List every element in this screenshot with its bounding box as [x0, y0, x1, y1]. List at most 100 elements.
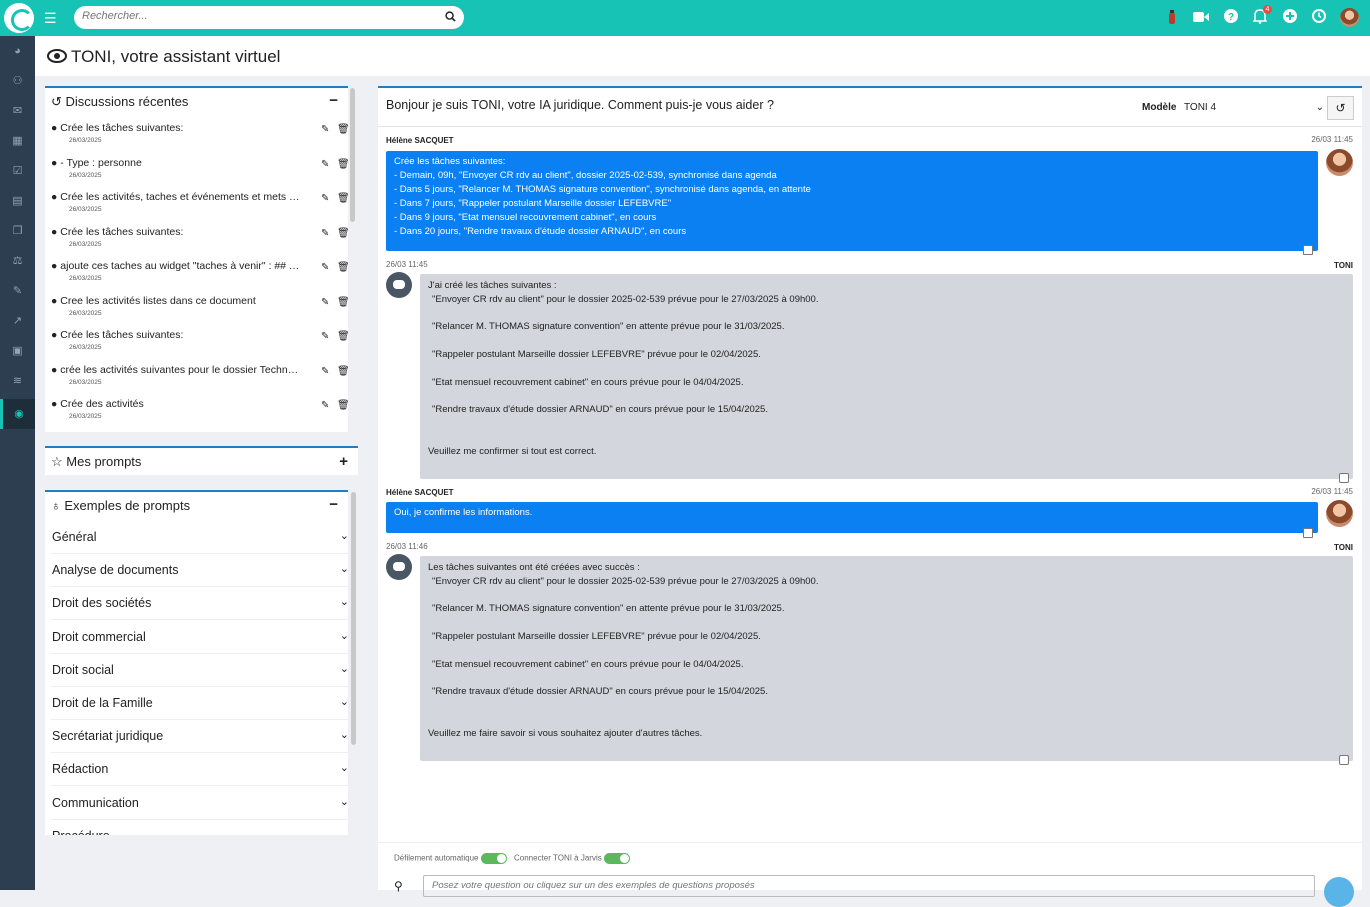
add-circle-icon[interactable]	[1281, 9, 1299, 27]
list-item[interactable]: ● Cree les activités listes dans ce docu…	[51, 295, 350, 329]
collapse-recent-button[interactable]: −	[329, 92, 338, 109]
page-title: TONI, votre assistant virtuel	[71, 47, 281, 66]
prompt-category[interactable]: Droit des sociétés ⌄	[51, 587, 348, 621]
sidebar-documents-icon[interactable]: ❐	[0, 216, 35, 246]
edit-icon[interactable]: ✎	[321, 400, 329, 411]
bell-icon[interactable]: 4	[1251, 5, 1272, 27]
prompt-category[interactable]: Droit de la Famille ⌄	[51, 687, 348, 720]
add-prompt-button[interactable]: +	[339, 453, 348, 470]
trash-icon[interactable]: 🗑	[337, 331, 350, 342]
autoscroll-label: Défilement automatique	[394, 853, 479, 863]
prompt-category[interactable]: Analyse de documents ⌄	[51, 554, 348, 588]
list-item[interactable]: ● ajoute ces taches au widget "taches à …	[51, 260, 350, 294]
message-outro: Veuillez me confirmer si tout est correc…	[428, 445, 597, 457]
discussion-title: ● crée les activités suivantes pour le d…	[51, 363, 301, 376]
edit-icon[interactable]: ✎	[321, 366, 329, 377]
model-value: TONI 4	[1184, 102, 1217, 113]
copy-icon[interactable]	[1339, 473, 1349, 483]
list-item[interactable]: ● Crée les tâches suivantes: 26/03/2025 ✎ 🗑	[51, 329, 350, 363]
prompt-category[interactable]: Droit social ⌄	[51, 654, 348, 687]
comment-icon: ●	[51, 329, 61, 341]
trash-icon[interactable]: 🗑	[337, 262, 350, 273]
search-input[interactable]	[82, 10, 432, 22]
sidebar-chart-icon[interactable]: ↗	[0, 306, 35, 336]
message-line: "Rappeler postulant Marseille dossier LE…	[432, 348, 761, 360]
list-item[interactable]: ● Crée les activités, taches et événemen…	[51, 191, 350, 225]
save-icon[interactable]	[1303, 528, 1313, 538]
help-icon[interactable]: ?	[1222, 9, 1240, 27]
edit-icon[interactable]: ✎	[321, 159, 329, 170]
discussion-date: 26/03/2025	[69, 275, 102, 282]
extinguisher-icon[interactable]	[1163, 9, 1181, 27]
list-item[interactable]: ● Crée les tâches suivantes: 26/03/2025 ✎ 🗑	[51, 225, 350, 260]
sidebar-contacts-icon[interactable]: ⚇	[0, 66, 35, 96]
edit-icon[interactable]: ✎	[321, 124, 329, 135]
prompt-category[interactable]: Rédaction ⌄	[51, 753, 348, 787]
copy-icon[interactable]	[1339, 755, 1349, 765]
message-time: 26/03 11:45	[386, 260, 428, 269]
prompt-category[interactable]: Procédure ⌄	[51, 820, 348, 835]
discussion-title: ● Crée les tâches suivantes:	[51, 225, 184, 238]
list-item[interactable]: ● Crée les tâches suivantes: 26/03/2025 ✎ 🗑	[51, 122, 350, 156]
trash-icon[interactable]: 🗑	[337, 193, 350, 204]
edit-icon[interactable]: ✎	[321, 193, 329, 204]
video-icon[interactable]	[1192, 9, 1210, 27]
discussion-title: ● ajoute ces taches au widget "taches à …	[51, 260, 301, 272]
search-icon[interactable]	[445, 11, 456, 22]
sidebar-scale-icon[interactable]: ⚖	[0, 246, 35, 276]
prompt-category[interactable]: Communication ⌄	[51, 787, 348, 820]
message-line: "Rappeler postulant Marseille dossier LE…	[432, 630, 761, 642]
sidebar-briefcase-icon[interactable]: ▤	[0, 186, 35, 216]
prompt-category[interactable]: Droit commercial ⌄	[51, 621, 348, 654]
user-avatar[interactable]	[1340, 8, 1359, 27]
sidebar-tasks-icon[interactable]: ☑	[0, 156, 35, 186]
attach-icon[interactable]: ⚲	[394, 879, 403, 893]
sidebar-dashboard-icon[interactable]: ◕	[0, 36, 35, 66]
edit-icon[interactable]: ✎	[321, 297, 329, 308]
trash-icon[interactable]: 🗑	[337, 297, 350, 308]
trash-icon[interactable]: 🗑	[337, 228, 350, 239]
edit-icon[interactable]: ✎	[321, 228, 329, 239]
trash-icon[interactable]: 🗑	[337, 366, 350, 377]
chat-panel: Bonjour je suis TONI, votre IA juridique…	[378, 86, 1362, 907]
question-input[interactable]	[432, 880, 1232, 891]
send-button[interactable]	[1324, 877, 1354, 907]
collapse-examples-button[interactable]: −	[329, 496, 338, 513]
chevron-down-icon: ⌄	[340, 828, 348, 835]
trash-icon[interactable]: 🗑	[337, 400, 350, 411]
discussion-title: ● Crée les tâches suivantes:	[51, 122, 184, 134]
menu-icon[interactable]: ☰	[44, 11, 57, 25]
chevron-down-icon: ⌄	[1315, 102, 1324, 113]
examples-scrollbar[interactable]	[351, 492, 356, 745]
category-label: Droit des sociétés	[52, 596, 152, 611]
save-icon[interactable]	[1303, 245, 1313, 255]
recent-scrollbar[interactable]	[350, 88, 355, 222]
model-select[interactable]: TONI 4 ⌄	[1184, 102, 1324, 113]
prompt-category[interactable]: Secrétariat juridique ⌄	[51, 720, 348, 754]
sidebar-mail-icon[interactable]: ✉	[0, 96, 35, 126]
list-item[interactable]: ● - Type : personne 26/03/2025 ✎ 🗑	[51, 157, 350, 191]
sidebar-table-icon[interactable]: ▣	[0, 336, 35, 366]
sidebar-toni-icon[interactable]: ◉	[0, 399, 35, 429]
sidebar-edit-icon[interactable]: ✎	[0, 276, 35, 306]
autoscroll-toggle[interactable]	[480, 853, 507, 864]
message-line: "Envoyer CR rdv au client" pour le dossi…	[432, 293, 819, 305]
list-item[interactable]: ● Crée des activités 26/03/2025 ✎ 🗑	[51, 398, 350, 432]
message-line: - Dans 20 jours, "Rendre travaux d'étude…	[394, 226, 687, 237]
app-logo[interactable]	[4, 3, 34, 33]
clock-icon[interactable]	[1310, 9, 1328, 27]
discussion-title: ● Crée les activités, taches et événemen…	[51, 191, 301, 203]
sidebar-feed-icon[interactable]: ≋	[0, 366, 35, 396]
list-item[interactable]: ● crée les activités suivantes pour le d…	[51, 363, 350, 398]
edit-icon[interactable]: ✎	[321, 331, 329, 342]
discussion-date: 26/03/2025	[69, 206, 102, 213]
trash-icon[interactable]: 🗑	[337, 124, 350, 135]
edit-icon[interactable]: ✎	[321, 262, 329, 273]
user-avatar	[1326, 149, 1353, 176]
prompt-category[interactable]: Général ⌄	[51, 521, 348, 554]
reset-chat-button[interactable]: ↺	[1327, 96, 1354, 120]
sidebar-calendar-icon[interactable]: ▦	[0, 126, 35, 156]
jarvis-toggle[interactable]	[603, 853, 630, 864]
trash-icon[interactable]: 🗑	[337, 159, 350, 170]
top-bar: ☰ ? 4	[0, 0, 1370, 36]
